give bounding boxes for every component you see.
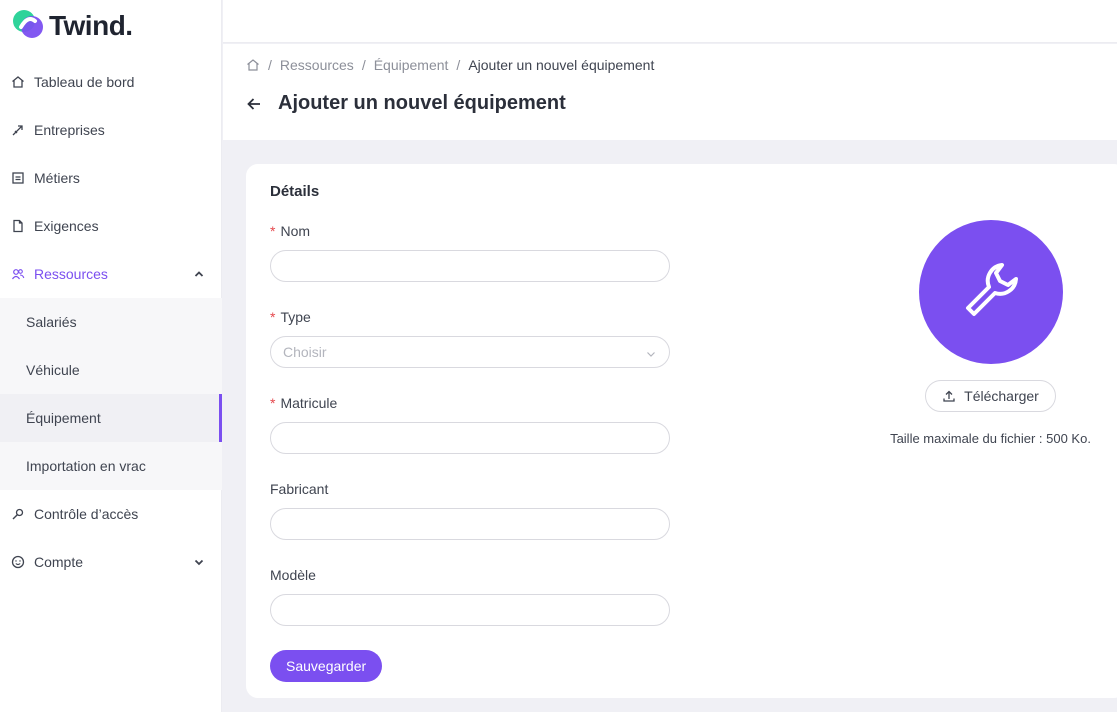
modele-label: Modèle <box>270 567 316 583</box>
type-label-text: Type <box>280 309 311 325</box>
back-arrow-icon[interactable] <box>246 95 264 113</box>
home-icon[interactable] <box>246 58 260 72</box>
users-icon <box>10 266 26 282</box>
nom-label: * Nom <box>270 223 310 239</box>
app-root: Twind. Tableau de bord Entreprises Métie… <box>0 0 1117 712</box>
type-select[interactable]: Choisir <box>270 336 670 368</box>
breadcrumb-separator: / <box>268 57 272 73</box>
required-marker: * <box>270 309 276 325</box>
upload-button[interactable]: Télécharger <box>925 380 1056 412</box>
sidebar-item-label: Entreprises <box>34 122 105 138</box>
home-icon <box>10 74 26 90</box>
matricule-label-text: Matricule <box>280 395 338 411</box>
page-title: Ajouter un nouvel équipement <box>278 92 566 114</box>
sidebar-item-label: Métiers <box>34 170 80 186</box>
sidebar-item-label: Tableau de bord <box>34 74 135 90</box>
page-header: / Ressources / Équipement / Ajouter un n… <box>223 44 1117 140</box>
equipment-image-placeholder <box>919 220 1063 364</box>
breadcrumb-separator: / <box>456 57 461 73</box>
type-select-placeholder: Choisir <box>283 344 327 360</box>
chevron-down-icon <box>645 347 657 359</box>
briefcase-icon <box>10 170 26 186</box>
upload-icon <box>942 389 956 403</box>
sidebar-subitem-label: Équipement <box>26 410 101 426</box>
logo-mark-icon <box>11 7 45 46</box>
sidebar-item-metiers[interactable]: Métiers <box>0 154 222 202</box>
sidebar: Twind. Tableau de bord Entreprises Métie… <box>0 0 222 712</box>
rocket-icon <box>10 122 26 138</box>
matricule-label: * Matricule <box>270 395 337 411</box>
fabricant-input[interactable] <box>270 508 670 540</box>
chevron-up-icon <box>192 267 206 281</box>
sidebar-subitem-label: Véhicule <box>26 362 80 378</box>
wrench-icon <box>956 255 1026 330</box>
sidebar-subitem-vehicule[interactable]: Véhicule <box>0 346 222 394</box>
upload-button-label: Télécharger <box>964 388 1039 404</box>
sidebar-subitem-importation-en-vrac[interactable]: Importation en vrac <box>0 442 222 490</box>
modele-input[interactable] <box>270 594 670 626</box>
file-size-note: Taille maximale du fichier : 500 Ko. <box>890 431 1091 446</box>
details-card: Détails * Nom * Type Choisir * Matricule Fa… <box>246 164 1117 698</box>
sidebar-item-exigences[interactable]: Exigences <box>0 202 222 250</box>
breadcrumb: / Ressources / Équipement / Ajouter un n… <box>246 57 654 73</box>
sidebar-subitem-label: Importation en vrac <box>26 458 146 474</box>
sidebar-subitem-equipement[interactable]: Équipement <box>0 394 222 442</box>
breadcrumb-current: Ajouter un nouvel équipement <box>468 57 655 73</box>
type-label: * Type <box>270 309 311 325</box>
sidebar-item-label: Ressources <box>34 266 108 282</box>
required-marker: * <box>270 223 276 239</box>
brand-logo[interactable]: Twind. <box>11 8 133 44</box>
chevron-down-icon <box>192 555 206 569</box>
sidebar-item-ressources[interactable]: Ressources <box>0 250 222 298</box>
breadcrumb-separator: / <box>361 57 366 73</box>
document-icon <box>10 218 26 234</box>
sidebar-subitem-label: Salariés <box>26 314 77 330</box>
brand-name: Twind. <box>49 10 133 41</box>
key-icon <box>10 506 26 522</box>
sidebar-item-label: Compte <box>34 554 84 570</box>
title-row: Ajouter un nouvel équipement <box>246 92 566 115</box>
fabricant-label: Fabricant <box>270 481 329 497</box>
breadcrumb-ressources[interactable]: Ressources <box>280 57 354 73</box>
save-button[interactable]: Sauvegarder <box>270 650 383 682</box>
sidebar-item-tableau-de-bord[interactable]: Tableau de bord <box>0 58 222 106</box>
sidebar-item-label: Contrôle d’accès <box>34 506 139 522</box>
sidebar-item-compte[interactable]: Compte <box>0 538 222 586</box>
sidebar-item-entreprises[interactable]: Entreprises <box>0 106 222 154</box>
section-title: Détails <box>270 183 320 200</box>
nom-input[interactable] <box>270 250 670 282</box>
sidebar-item-controle-acces[interactable]: Contrôle d’accès <box>0 490 222 538</box>
nom-label-text: Nom <box>280 223 311 239</box>
matricule-input[interactable] <box>270 422 670 454</box>
sidebar-subitem-salaries[interactable]: Salariés <box>0 298 222 346</box>
required-marker: * <box>270 395 276 411</box>
smile-icon <box>10 554 26 570</box>
sidebar-item-label: Exigences <box>34 218 99 234</box>
top-bar <box>223 0 1117 43</box>
breadcrumb-equipement[interactable]: Équipement <box>374 57 449 73</box>
